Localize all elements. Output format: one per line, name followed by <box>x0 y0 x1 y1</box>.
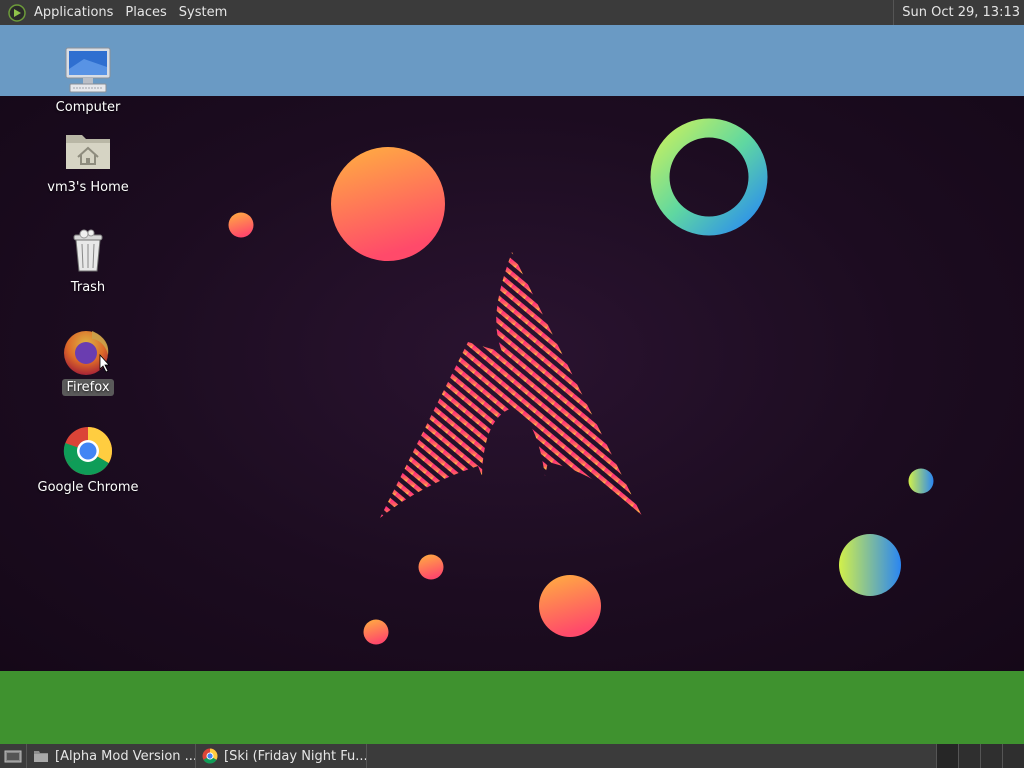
desktop-wallpaper <box>0 96 1024 671</box>
firefox-icon <box>64 331 110 375</box>
taskbar-item-title: [Ski (Friday Night Fu... <box>224 748 367 764</box>
wallpaper-top-band <box>0 25 1024 96</box>
menu-applications[interactable]: Applications <box>28 0 119 25</box>
chrome-icon <box>202 748 218 764</box>
trash-icon <box>73 229 103 272</box>
distro-logo-icon[interactable] <box>6 2 28 24</box>
desktop-icon-chrome[interactable]: Google Chrome <box>33 425 143 496</box>
desktop-icon-firefox[interactable]: Firefox <box>33 325 143 396</box>
wallpaper-art <box>228 118 934 645</box>
menu-system[interactable]: System <box>173 0 233 25</box>
desktop-icon-label: Firefox <box>62 379 114 396</box>
show-desktop-button[interactable] <box>0 744 27 768</box>
desktop-icon-computer[interactable]: Computer <box>33 45 143 116</box>
workspace-2[interactable] <box>958 744 980 768</box>
workspace-switcher <box>936 744 1024 768</box>
show-desktop-icon <box>4 750 22 763</box>
top-panel: Applications Places System Sun Oct 29, 1… <box>0 0 1024 25</box>
desktop-icon-label: Trash <box>70 280 106 295</box>
taskbar-item-title: [Alpha Mod Version ... <box>55 748 196 764</box>
taskbar-item[interactable]: [Alpha Mod Version ... <box>27 744 196 768</box>
desktop-icon-trash[interactable]: Trash <box>33 225 143 296</box>
home-folder-icon <box>66 135 110 169</box>
workspace-4[interactable] <box>1002 744 1024 768</box>
clock[interactable]: Sun Oct 29, 13:13 <box>893 0 1020 25</box>
chrome-icon <box>63 427 113 476</box>
desktop-icon-label: vm3's Home <box>47 180 129 195</box>
bottom-panel: [Alpha Mod Version ... [Ski (Friday Nigh… <box>0 744 1024 768</box>
menu-places[interactable]: Places <box>119 0 172 25</box>
taskbar-item[interactable]: [Ski (Friday Night Fu... <box>196 744 367 768</box>
desktop-icon-label: Computer <box>55 100 121 115</box>
computer-icon <box>65 47 111 93</box>
workspace-3[interactable] <box>980 744 1002 768</box>
desktop-icon-home[interactable]: vm3's Home <box>33 125 143 196</box>
folder-icon <box>34 751 48 762</box>
desktop-icon-label: Google Chrome <box>37 480 139 495</box>
wallpaper-bottom-band <box>0 671 1024 744</box>
workspace-1[interactable] <box>936 744 958 768</box>
